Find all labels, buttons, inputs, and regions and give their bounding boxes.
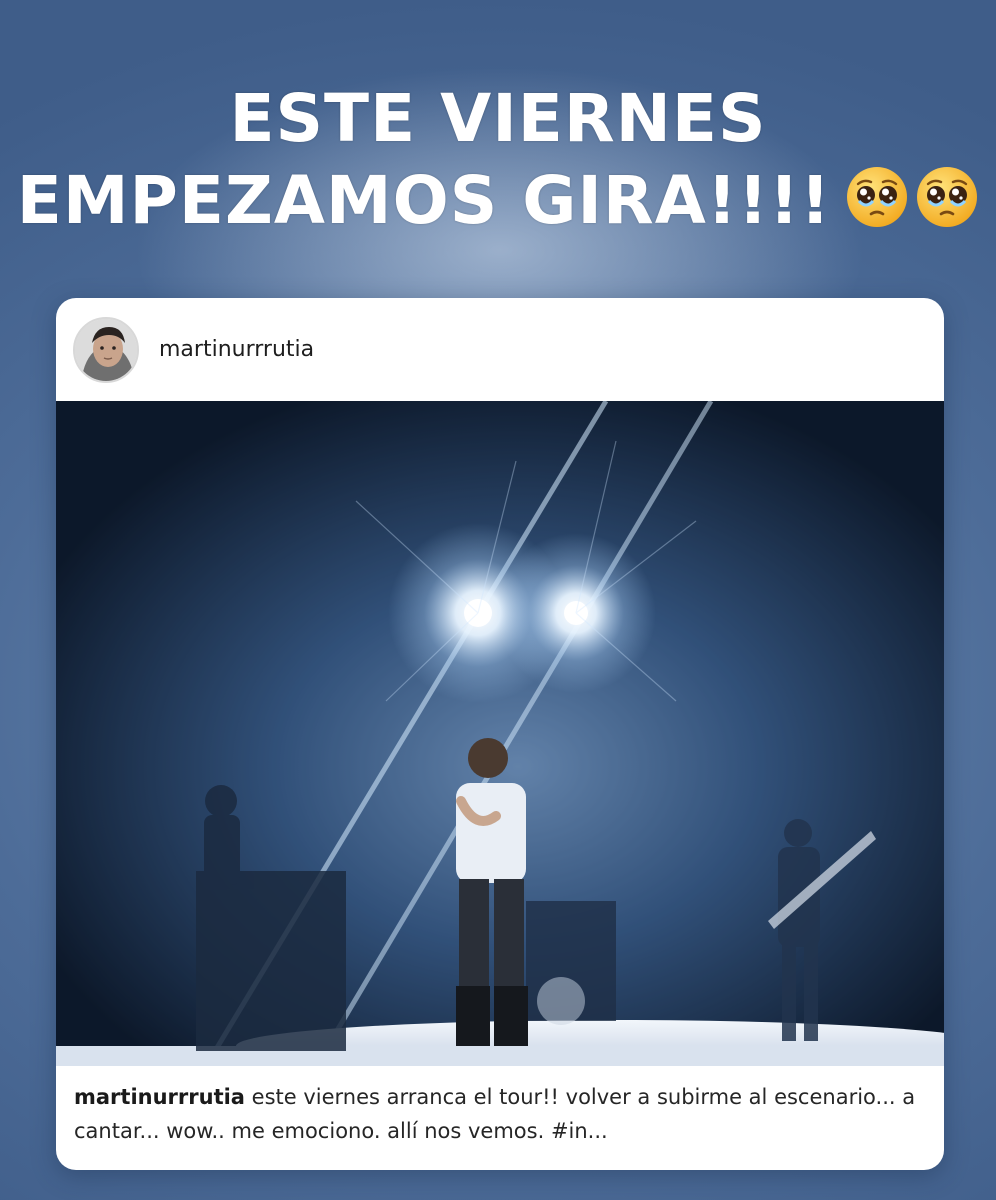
- story-title-line-2-text: EMPEZAMOS GIRA!!!!: [16, 162, 832, 239]
- pleading-face-icon: [917, 167, 978, 227]
- avatar[interactable]: [73, 316, 139, 383]
- post-header[interactable]: martinurrrutia: [56, 298, 944, 401]
- story-title: ESTE VIERNES EMPEZAMOS GIRA!!!!: [0, 78, 996, 248]
- post-username[interactable]: martinurrrutia: [159, 337, 314, 362]
- avatar-portrait: [75, 318, 137, 381]
- story-title-line-1: ESTE VIERNES: [229, 80, 767, 157]
- shared-post-card[interactable]: martinurrrutia martinurrrutia este viern…: [56, 298, 944, 1170]
- concert-stage-image: [56, 401, 944, 1066]
- pleading-face-icon: [847, 167, 908, 227]
- post-caption[interactable]: martinurrrutia este viernes arranca el t…: [74, 1080, 930, 1148]
- story-title-line-2: EMPEZAMOS GIRA!!!!: [0, 160, 996, 248]
- post-photo[interactable]: [56, 401, 944, 1066]
- caption-username[interactable]: martinurrrutia: [74, 1085, 245, 1109]
- emoji-group: [839, 165, 979, 248]
